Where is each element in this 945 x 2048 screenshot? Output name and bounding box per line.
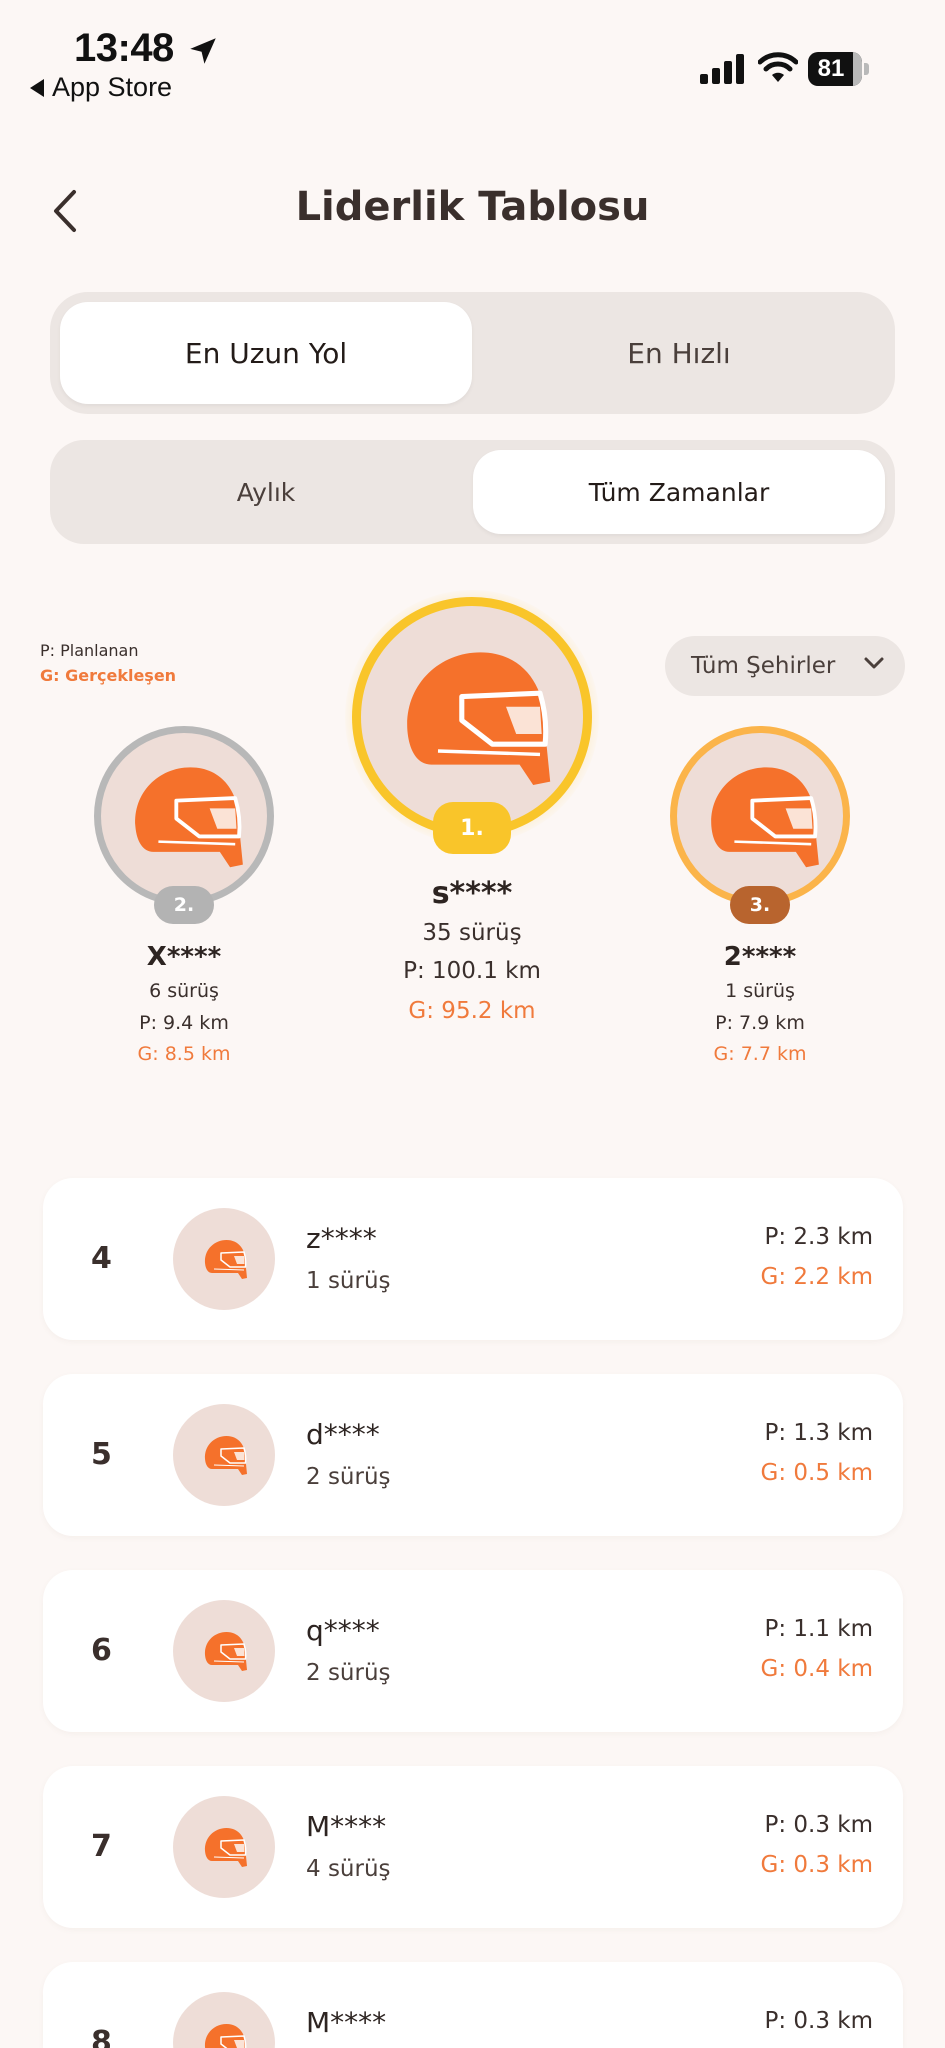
podium-second[interactable]: 2. X**** 6 sürüş P: 9.4 km G: 8.5 km: [84, 726, 284, 1066]
avatar: [173, 1208, 275, 1310]
tab-fastest[interactable]: En Hızlı: [473, 302, 885, 404]
avatar-second: [94, 726, 274, 906]
helmet-icon: [199, 1822, 249, 1872]
podium-second-name: X****: [146, 942, 222, 972]
list-name: M****: [306, 1810, 387, 1843]
back-to-app-store[interactable]: App Store: [30, 72, 172, 103]
list-name: M****: [306, 2006, 387, 2039]
wifi-icon: [758, 52, 798, 82]
podium-third-actual: G: 7.7 km: [713, 1043, 807, 1065]
tab-monthly[interactable]: Aylık: [60, 450, 472, 534]
rank-badge-first: 1.: [433, 802, 511, 854]
avatar: [173, 1600, 275, 1702]
list-name: z****: [306, 1222, 377, 1255]
helmet-icon: [387, 632, 557, 802]
podium-first-rides: 35 sürüş: [422, 920, 522, 946]
helmet-icon: [199, 1234, 249, 1284]
list-actual: G: 0.5 km: [760, 1460, 874, 1486]
avatar-first: [352, 597, 592, 837]
avatar: [173, 1404, 275, 1506]
list-rides: 2 sürüş: [306, 1660, 391, 1686]
rank-badge-third: 3.: [730, 886, 790, 924]
battery-level: 81: [817, 55, 845, 82]
list-name: d****: [306, 1418, 380, 1451]
tab-all-time[interactable]: Tüm Zamanlar: [473, 450, 885, 534]
rank-badge-second: 2.: [154, 886, 214, 924]
list-actual: G: 0.4 km: [760, 1656, 874, 1682]
back-app-label: App Store: [52, 72, 173, 102]
cellular-signal-icon: [700, 54, 744, 84]
city-filter-dropdown[interactable]: Tüm Şehirler: [665, 636, 905, 696]
podium-third-rides: 1 sürüş: [725, 980, 795, 1002]
list-actual: G: 2.2 km: [760, 1264, 874, 1290]
list-rank: 8: [91, 2025, 112, 2048]
list-name: q****: [306, 1614, 380, 1647]
status-bar: 13:48 App Store 81: [0, 0, 945, 110]
podium-third[interactable]: 3. 2**** 1 sürüş P: 7.9 km G: 7.7 km: [660, 726, 860, 1066]
legend: P: Planlanan G: Gerçekleşen: [40, 638, 176, 688]
list-rank: 7: [91, 1829, 112, 1864]
legend-actual: G: Gerçekleşen: [40, 666, 177, 685]
podium-first-actual: G: 95.2 km: [408, 998, 536, 1024]
list-planned: P: 2.3 km: [764, 1224, 873, 1250]
helmet-icon: [120, 752, 248, 880]
avatar: [173, 1796, 275, 1898]
list-rank: 5: [91, 1437, 112, 1472]
podium-second-actual: G: 8.5 km: [137, 1043, 231, 1065]
podium-second-rides: 6 sürüş: [149, 980, 219, 1002]
location-arrow-icon: [190, 38, 216, 64]
podium-second-planned: P: 9.4 km: [139, 1012, 229, 1034]
list-rides: 4 sürüş: [306, 1856, 391, 1882]
helmet-icon: [696, 752, 824, 880]
podium-first-name: s****: [431, 876, 513, 911]
status-time: 13:48: [74, 26, 174, 70]
battery-icon: 81: [808, 52, 869, 86]
page-title: Liderlik Tablosu: [295, 184, 650, 230]
helmet-icon: [199, 1430, 249, 1480]
legend-planned: P: Planlanan: [40, 641, 139, 660]
list-rank: 4: [91, 1241, 112, 1276]
city-filter-label: Tüm Şehirler: [691, 653, 836, 679]
leaderboard-type-segment: En Uzun Yol En Hızlı: [50, 292, 895, 414]
podium-third-name: 2****: [723, 942, 797, 972]
list-item[interactable]: 6 q**** 2 sürüş P: 1.1 km G: 0.4 km: [43, 1570, 903, 1732]
podium-first[interactable]: 1. s**** 35 sürüş P: 100.1 km G: 95.2 km: [345, 590, 599, 1030]
helmet-icon: [199, 2018, 249, 2048]
list-item[interactable]: 7 M**** 4 sürüş P: 0.3 km G: 0.3 km: [43, 1766, 903, 1928]
avatar-third: [670, 726, 850, 906]
podium-first-planned: P: 100.1 km: [403, 958, 541, 984]
list-item[interactable]: 5 d**** 2 sürüş P: 1.3 km G: 0.5 km: [43, 1374, 903, 1536]
period-segment: Aylık Tüm Zamanlar: [50, 440, 895, 544]
chevron-down-icon: [864, 657, 884, 669]
helmet-icon: [199, 1626, 249, 1676]
tab-longest-route[interactable]: En Uzun Yol: [60, 302, 472, 404]
back-triangle-icon: [30, 78, 44, 97]
list-planned: P: 0.3 km: [764, 1812, 873, 1838]
list-rank: 6: [91, 1633, 112, 1668]
list-rides: 2 sürüş: [306, 1464, 391, 1490]
podium-third-planned: P: 7.9 km: [715, 1012, 805, 1034]
list-item[interactable]: 8 M**** P: 0.3 km: [43, 1962, 903, 2048]
avatar: [173, 1992, 275, 2048]
list-planned: P: 1.3 km: [764, 1420, 873, 1446]
list-planned: P: 0.3 km: [764, 2008, 873, 2034]
list-item[interactable]: 4 z**** 1 sürüş P: 2.3 km G: 2.2 km: [43, 1178, 903, 1340]
list-planned: P: 1.1 km: [764, 1616, 873, 1642]
list-actual: G: 0.3 km: [760, 1852, 874, 1878]
list-rides: 1 sürüş: [306, 1268, 391, 1294]
